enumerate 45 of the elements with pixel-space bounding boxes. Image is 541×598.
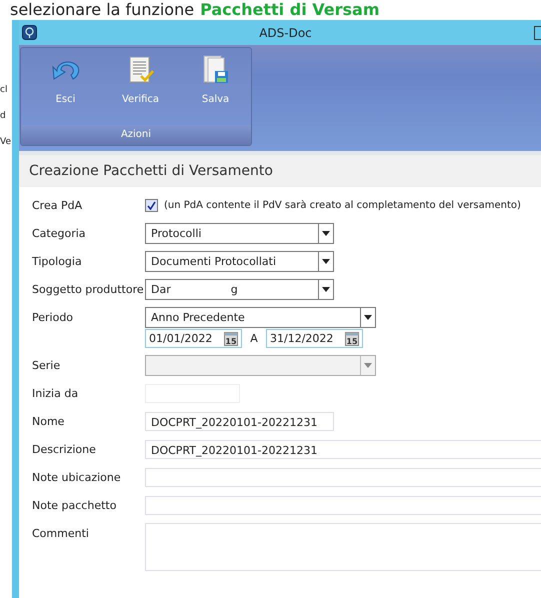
field-label: Descrizione: [32, 442, 97, 458]
field-label: Crea PdA: [32, 198, 84, 214]
dropdown[interactable]: Dar g: [145, 279, 334, 300]
dropdown-arrow-icon: [322, 231, 330, 236]
checkbox[interactable]: [145, 199, 158, 212]
window-title: ADS-Doc: [258, 26, 313, 40]
dropdown[interactable]: Anno Precedente: [145, 307, 376, 328]
date-field[interactable]: 01/01/2022 15: [145, 329, 242, 348]
checkbox-label: (un PdA contente il PdV sarà creato al completamento del versamento): [164, 200, 521, 211]
dropdown-arrow-icon: [364, 363, 372, 368]
calendar-icon[interactable]: 15: [345, 331, 359, 346]
field-label: Nome: [32, 414, 66, 430]
field-label: Commenti: [32, 526, 90, 542]
field-label: Note pacchetto: [32, 498, 118, 514]
document-text: selezionare la funzione: [10, 0, 194, 20]
document-fragment: cl: [0, 84, 8, 96]
text-field[interactable]: DOCPRT_20220101-20221231: [145, 412, 334, 431]
panel-title: Creazione Pacchetti di Versamento: [19, 155, 541, 187]
minimize-button[interactable]: [534, 26, 541, 40]
dropdown-arrow-icon: [364, 315, 372, 320]
field-label: Categoria: [32, 226, 87, 242]
dropdown[interactable]: Documenti Protocollati: [145, 251, 334, 272]
field-label: Note ubicazione: [32, 470, 122, 486]
document-check-icon: [128, 56, 154, 84]
dropdown-arrow-icon: [322, 287, 330, 292]
document-fragment: d: [0, 110, 7, 122]
field-label: Periodo: [32, 310, 74, 326]
dropdown[interactable]: Protocolli: [145, 223, 334, 244]
text-area[interactable]: [145, 523, 541, 571]
dropdown-arrow-icon: [322, 259, 330, 264]
field-label: Tipologia: [32, 254, 83, 270]
highlighted-text: Pacchetti di Versam: [200, 0, 380, 20]
app-icon: [22, 25, 37, 40]
text-field[interactable]: [145, 468, 541, 487]
date-field[interactable]: 31/12/2022 15: [266, 329, 363, 348]
date-separator: A: [249, 332, 259, 345]
text-field[interactable]: [145, 496, 541, 515]
field-label: Serie: [32, 358, 62, 374]
calendar-icon[interactable]: 15: [224, 331, 238, 346]
field-label: Inizia da: [32, 386, 80, 402]
text-field[interactable]: DOCPRT_20220101-20221231: [145, 440, 541, 459]
save-document-icon: [202, 55, 228, 85]
document-fragment: Ve: [0, 136, 12, 148]
field-label: Soggetto produttore: [32, 282, 145, 298]
group-label: Azioni: [21, 125, 251, 145]
